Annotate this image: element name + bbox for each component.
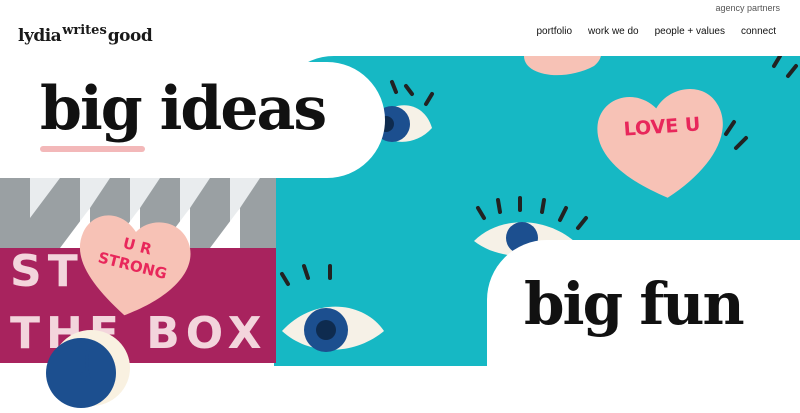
scroll-down-button[interactable] <box>46 330 130 408</box>
main-nav: portfolio work we do people + values con… <box>536 26 776 37</box>
candy-heart-right: LOVE U <box>594 86 730 202</box>
eye-icon <box>280 264 384 352</box>
site-logo[interactable]: lydia writes good <box>18 16 153 46</box>
headline-big-ideas: big ideas <box>40 74 327 144</box>
eye-icon <box>724 56 798 150</box>
logo-part-1: lydia <box>18 26 62 46</box>
nav-connect[interactable]: connect <box>741 26 776 37</box>
agency-partners-link[interactable]: agency partners <box>715 3 780 13</box>
candy-heart-left: U R STRONG <box>72 212 194 320</box>
headline-big-fun: big fun <box>524 270 745 338</box>
nav-portfolio[interactable]: portfolio <box>536 26 572 37</box>
nav-people-values[interactable]: people + values <box>655 26 725 37</box>
logo-part-3: good <box>107 26 153 46</box>
nav-work-we-do[interactable]: work we do <box>588 26 639 37</box>
arrow-down-icon <box>80 348 100 386</box>
header: agency partners lydia writes good portfo… <box>0 0 800 56</box>
headline-underline <box>40 146 145 152</box>
logo-part-2: writes <box>62 23 107 38</box>
